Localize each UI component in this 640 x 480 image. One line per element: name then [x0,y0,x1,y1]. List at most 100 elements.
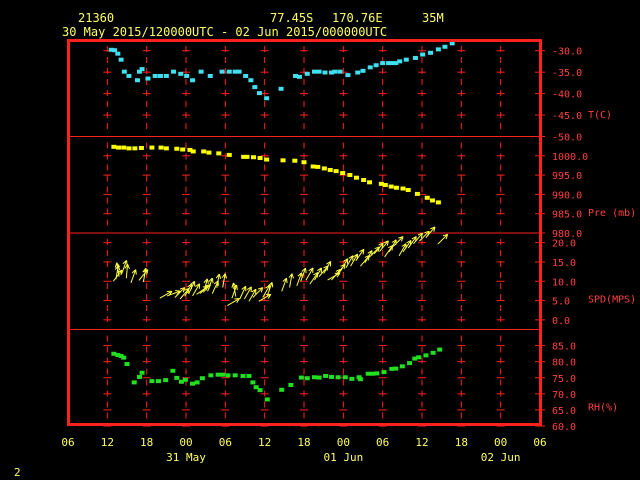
temperature-point [115,51,121,56]
pressure-point [301,160,307,165]
x-tick-label: 12 [101,436,114,449]
temperature-point [163,73,169,78]
pressure-point [310,164,316,169]
pressure-point [257,156,263,161]
x-tick-label: 12 [258,436,271,449]
temperature-point [420,52,426,57]
temperature-point [316,69,322,74]
humidity-point [416,355,422,360]
humidity-point [257,388,263,393]
wind-arrow [221,273,228,288]
pressure-point [132,146,138,151]
wind-arrow [130,269,137,283]
data-marks [108,41,455,402]
grid [68,46,545,427]
humidity-point [124,362,130,367]
series-pressure [111,144,441,205]
temperature-point [134,78,140,83]
temperature-point [412,55,418,60]
humidity-point [149,379,155,384]
y-tick-label: 995.0 [552,171,582,182]
temperature-point [184,73,190,78]
temperature-point [256,91,262,96]
temperature-point [296,74,302,79]
x-tick-label: 18 [455,436,468,449]
pressure-point [340,171,346,176]
temperature-point [207,73,213,78]
y-tick-label: 985.0 [552,210,582,221]
humidity-point [323,373,329,378]
temperature-point [219,69,225,74]
temperature-point [157,73,163,78]
humidity-point [155,379,161,384]
pressure-point [264,157,270,162]
station-elevation: 35M [422,11,444,25]
humidity-point [246,373,252,378]
humidity-point [190,381,196,386]
humidity-point [407,361,413,366]
panel-label-wind: SPD(MPS) [588,295,636,306]
temperature-point [397,59,403,64]
humidity-point [335,375,341,380]
pressure-point [280,158,286,163]
humidity-point [264,397,270,402]
pressure-point [347,172,353,177]
pressure-point [251,155,257,160]
temperature-point [360,68,366,73]
y-tick-label: 60.0 [552,422,576,433]
wind-arrow [227,298,240,307]
humidity-point [304,376,310,381]
temperature-point [198,69,204,74]
x-date-label: 01 Jun [323,451,363,464]
pressure-point [216,151,222,156]
x-date-label: 02 Jun [481,451,521,464]
series-temperature [108,41,455,101]
y-tick-label: 70.0 [552,390,576,401]
wind-arrow [192,283,201,297]
pressure-point [138,145,144,150]
x-date-label: 31 May [166,451,206,464]
y-tick-label: 80.0 [552,358,576,369]
pressure-point [435,200,441,205]
temperature-point [373,63,379,68]
wind-arrow [124,263,130,279]
humidity-point [225,373,231,378]
pressure-point [400,186,406,191]
humidity-point [194,380,200,385]
humidity-point [232,373,238,378]
pressure-point [111,144,117,149]
temperature-point [322,70,328,75]
temperature-point [332,69,338,74]
wind-arrow [388,239,397,253]
humidity-point [365,371,371,376]
temperature-point [226,69,232,74]
wind-arrow [309,272,319,285]
temperature-point [337,69,343,74]
humidity-point [399,364,405,369]
pressure-point [424,195,430,200]
pressure-point [315,164,321,169]
x-tick-label: 00 [179,436,192,449]
pressure-point [333,169,339,174]
temperature-point [248,78,254,83]
humidity-point [437,347,443,352]
pressure-point [163,146,169,151]
pressure-point [201,149,207,154]
y-tick-label: 85.0 [552,342,576,353]
temperature-point [264,96,270,101]
station-longitude: 170.76E [332,11,383,25]
temperature-point [278,86,284,91]
axis-labels: 06 12 18 00 06 12 18 00 06 12 18 00 06 31 May 01 Jun 02… [61,47,636,464]
temperature-point [243,73,249,78]
temperature-point [428,50,434,55]
time-range: 30 May 2015/120000UTC - 02 Jun 2015/0000… [62,25,387,39]
wind-arrow [114,262,121,277]
humidity-point [163,378,169,383]
y-tick-label: -30.0 [552,47,582,58]
wind-arrow [327,272,341,281]
pressure-point [292,158,298,163]
series-humidity [111,347,443,402]
humidity-point [136,374,142,379]
pressure-point [206,150,212,155]
pressure-point [321,166,327,171]
